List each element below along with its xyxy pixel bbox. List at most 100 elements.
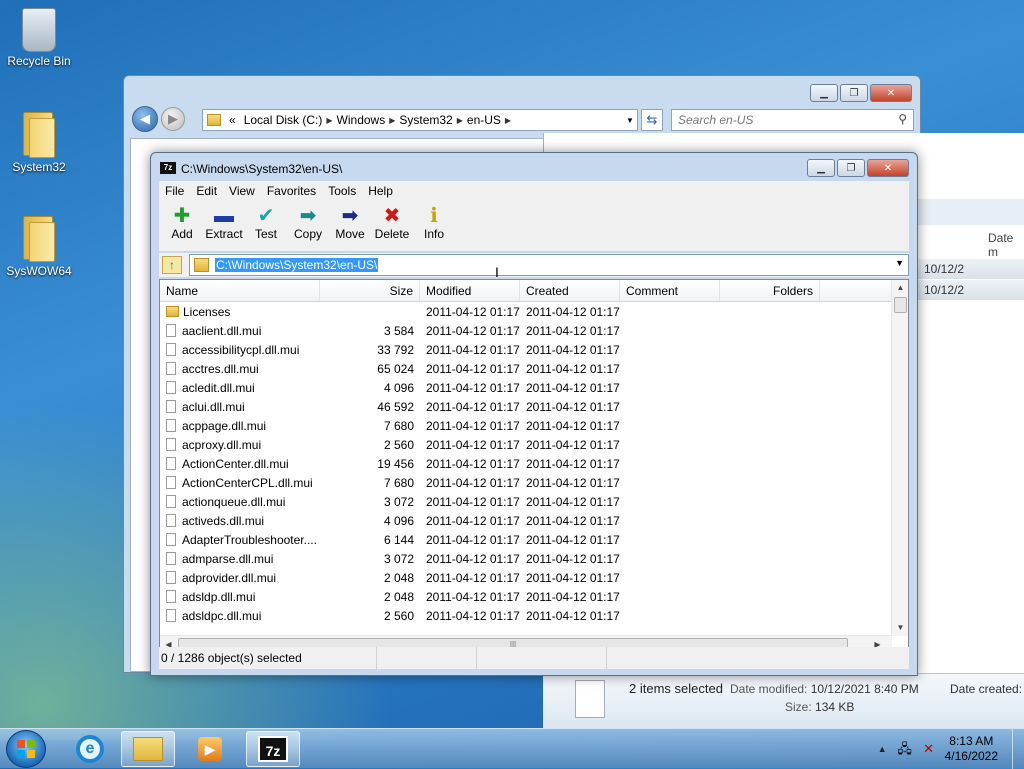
file-name: acproxy.dll.mui bbox=[182, 437, 262, 452]
search-input[interactable]: Search en-US ⚲ bbox=[671, 109, 914, 131]
table-row[interactable]: activeds.dll.mui 4 096 2011-04-12 01:17 201… bbox=[160, 511, 892, 530]
menu-tools[interactable]: Tools bbox=[322, 184, 362, 198]
volume-muted-icon[interactable]: ✕ bbox=[921, 741, 937, 757]
scroll-thumb[interactable] bbox=[894, 297, 907, 313]
clock[interactable]: 8:13 AM 4/16/2022 bbox=[945, 734, 998, 764]
table-row[interactable]: Licenses 2011-04-12 01:17 2011-04-12 01:17 bbox=[160, 302, 892, 321]
explorer-address-bar[interactable]: « Local Disk (C:) ▶ Windows ▶ System32 ▶… bbox=[202, 109, 638, 131]
refresh-button[interactable]: ⇆ bbox=[641, 109, 663, 131]
folder-icon bbox=[19, 110, 59, 158]
search-icon[interactable]: ⚲ bbox=[898, 112, 907, 126]
start-button[interactable] bbox=[6, 730, 46, 768]
table-row[interactable]: admparse.dll.mui 3 072 2011-04-12 01:17 201… bbox=[160, 549, 892, 568]
scroll-down-icon[interactable]: ▼ bbox=[892, 620, 908, 636]
table-row[interactable]: aclui.dll.mui 46 592 2011-04-12 01:17 2011-… bbox=[160, 397, 892, 416]
menu-favorites[interactable]: Favorites bbox=[261, 184, 322, 198]
table-row[interactable]: acproxy.dll.mui 2 560 2011-04-12 01:17 2011… bbox=[160, 435, 892, 454]
table-row[interactable]: acctres.dll.mui 65 024 2011-04-12 01:17 201… bbox=[160, 359, 892, 378]
chevron-down-icon[interactable]: ▼ bbox=[623, 116, 637, 125]
maximize-button[interactable]: ❐ bbox=[840, 84, 868, 102]
menu-view[interactable]: View bbox=[223, 184, 261, 198]
desktop-icon-syswow64[interactable]: SysWOW64 bbox=[2, 214, 76, 278]
breadcrumb-separator-icon[interactable]: ▶ bbox=[326, 116, 332, 125]
file-icon bbox=[166, 609, 176, 622]
breadcrumb-separator-icon[interactable]: ▶ bbox=[457, 116, 463, 125]
file-modified: 2011-04-12 01:17 bbox=[426, 342, 520, 357]
column-modified[interactable]: Modified bbox=[420, 280, 520, 301]
breadcrumb-overflow[interactable]: « bbox=[229, 113, 236, 127]
table-row[interactable]: ActionCenter.dll.mui 19 456 2011-04-12 01:… bbox=[160, 454, 892, 473]
table-row[interactable]: adsldpc.dll.mui 2 560 2011-04-12 01:17 2011… bbox=[160, 606, 892, 625]
breadcrumb-windows[interactable]: Windows bbox=[337, 113, 386, 127]
file-modified: 2011-04-12 01:17 bbox=[426, 551, 520, 566]
taskbar-media-player[interactable]: ▶ bbox=[183, 731, 237, 767]
column-size[interactable]: Size bbox=[320, 280, 420, 301]
folder-icon bbox=[133, 737, 163, 761]
column-created[interactable]: Created bbox=[520, 280, 620, 301]
path-value[interactable]: C:\Windows\System32\en-US\ bbox=[215, 258, 379, 272]
breadcrumb-local-disk[interactable]: Local Disk (C:) bbox=[244, 113, 323, 127]
close-button[interactable]: ✕ bbox=[867, 159, 909, 177]
toolbar-info-button[interactable]: ℹ Info bbox=[413, 201, 455, 251]
column-name[interactable]: Name bbox=[160, 280, 320, 301]
minimize-button[interactable]: ▁ bbox=[807, 159, 835, 177]
column-comment[interactable]: Comment bbox=[620, 280, 720, 301]
toolbar-move-button[interactable]: ➡ Move bbox=[329, 201, 371, 251]
toolbar-copy-button[interactable]: ➡ Copy bbox=[287, 201, 329, 251]
path-combobox[interactable]: C:\Windows\System32\en-US\ ▼ bbox=[189, 254, 909, 276]
show-hidden-icons-icon[interactable]: ▲ bbox=[878, 744, 887, 754]
close-button[interactable]: ✕ bbox=[870, 84, 912, 102]
network-icon[interactable]: 🖧 bbox=[897, 741, 913, 757]
file-name-cell: Licenses bbox=[160, 305, 320, 319]
taskbar-internet-explorer[interactable]: e bbox=[63, 731, 117, 767]
minimize-button[interactable]: ▁ bbox=[810, 84, 838, 102]
menu-help[interactable]: Help bbox=[362, 184, 399, 198]
breadcrumb-system32[interactable]: System32 bbox=[399, 113, 452, 127]
up-folder-button[interactable]: ↑ bbox=[162, 256, 182, 274]
selected-row[interactable]: 10/12/2 bbox=[918, 280, 1024, 300]
forward-button[interactable]: ▶ bbox=[161, 107, 185, 131]
file-modified: 2011-04-12 01:17 bbox=[426, 456, 520, 471]
taskbar-explorer[interactable] bbox=[121, 731, 175, 767]
table-row[interactable]: accessibilitycpl.dll.mui 33 792 2011-04-12… bbox=[160, 340, 892, 359]
table-row[interactable]: ActionCenterCPL.dll.mui 7 680 2011-04-12 0… bbox=[160, 473, 892, 492]
toolbar-add-button[interactable]: ✚ Add bbox=[161, 201, 203, 251]
toolbar-extract-button[interactable]: ▬ Extract bbox=[203, 201, 245, 251]
breadcrumb-en-us[interactable]: en-US bbox=[467, 113, 501, 127]
file-modified: 2011-04-12 01:17 bbox=[426, 304, 520, 319]
table-row[interactable]: adprovider.dll.mui 2 048 2011-04-12 01:17 2… bbox=[160, 568, 892, 587]
menu-file[interactable]: File bbox=[159, 184, 190, 198]
table-row[interactable]: aaclient.dll.mui 3 584 2011-04-12 01:17 201… bbox=[160, 321, 892, 340]
table-row[interactable]: adsldp.dll.mui 2 048 2011-04-12 01:17 2011-… bbox=[160, 587, 892, 606]
column-header-date-modified[interactable]: Date m bbox=[988, 231, 1024, 259]
breadcrumb-separator-icon[interactable]: ▶ bbox=[505, 116, 511, 125]
file-created: 2011-04-12 01:17 bbox=[526, 399, 620, 414]
desktop-icon-system32[interactable]: System32 bbox=[2, 110, 76, 174]
toolbar-test-button[interactable]: ✔ Test bbox=[245, 201, 287, 251]
title-bar[interactable]: 7z C:\Windows\System32\en-US\ ▁ ❐ ✕ bbox=[151, 153, 917, 183]
file-name-cell: acppage.dll.mui bbox=[160, 419, 320, 433]
maximize-button[interactable]: ❐ bbox=[837, 159, 865, 177]
breadcrumb-separator-icon[interactable]: ▶ bbox=[389, 116, 395, 125]
table-row[interactable]: acppage.dll.mui 7 680 2011-04-12 01:17 2011… bbox=[160, 416, 892, 435]
table-row[interactable]: AdapterTroubleshooter.... 6 144 2011-04-12… bbox=[160, 530, 892, 549]
show-desktop-button[interactable] bbox=[1012, 729, 1024, 769]
table-row[interactable]: actionqueue.dll.mui 3 072 2011-04-12 01:17… bbox=[160, 492, 892, 511]
toolbar-delete-button[interactable]: ✖ Delete bbox=[371, 201, 413, 251]
menu-edit[interactable]: Edit bbox=[190, 184, 223, 198]
toolbar: ✚ Add ▬ Extract ✔ Test ➡ Copy ➡ Move ✖ Delete ℹ Info bbox=[159, 201, 909, 251]
selected-row[interactable]: 10/12/2 bbox=[918, 259, 1024, 279]
vertical-scrollbar[interactable]: ▲ ▼ bbox=[891, 280, 908, 636]
taskbar-7zip[interactable]: 7z bbox=[246, 731, 300, 767]
copy-arrow-icon: ➡ bbox=[299, 205, 317, 227]
chevron-down-icon[interactable]: ▼ bbox=[895, 258, 904, 268]
status-modified bbox=[477, 647, 607, 669]
column-folders[interactable]: Folders bbox=[720, 280, 820, 301]
scroll-up-icon[interactable]: ▲ bbox=[892, 280, 908, 296]
file-modified: 2011-04-12 01:17 bbox=[426, 361, 520, 376]
back-button[interactable]: ◀ bbox=[132, 106, 158, 132]
file-modified: 2011-04-12 01:17 bbox=[426, 570, 520, 585]
file-icon bbox=[166, 343, 176, 356]
table-row[interactable]: acledit.dll.mui 4 096 2011-04-12 01:17 2011… bbox=[160, 378, 892, 397]
desktop-icon-recycle-bin[interactable]: Recycle Bin bbox=[2, 8, 76, 68]
